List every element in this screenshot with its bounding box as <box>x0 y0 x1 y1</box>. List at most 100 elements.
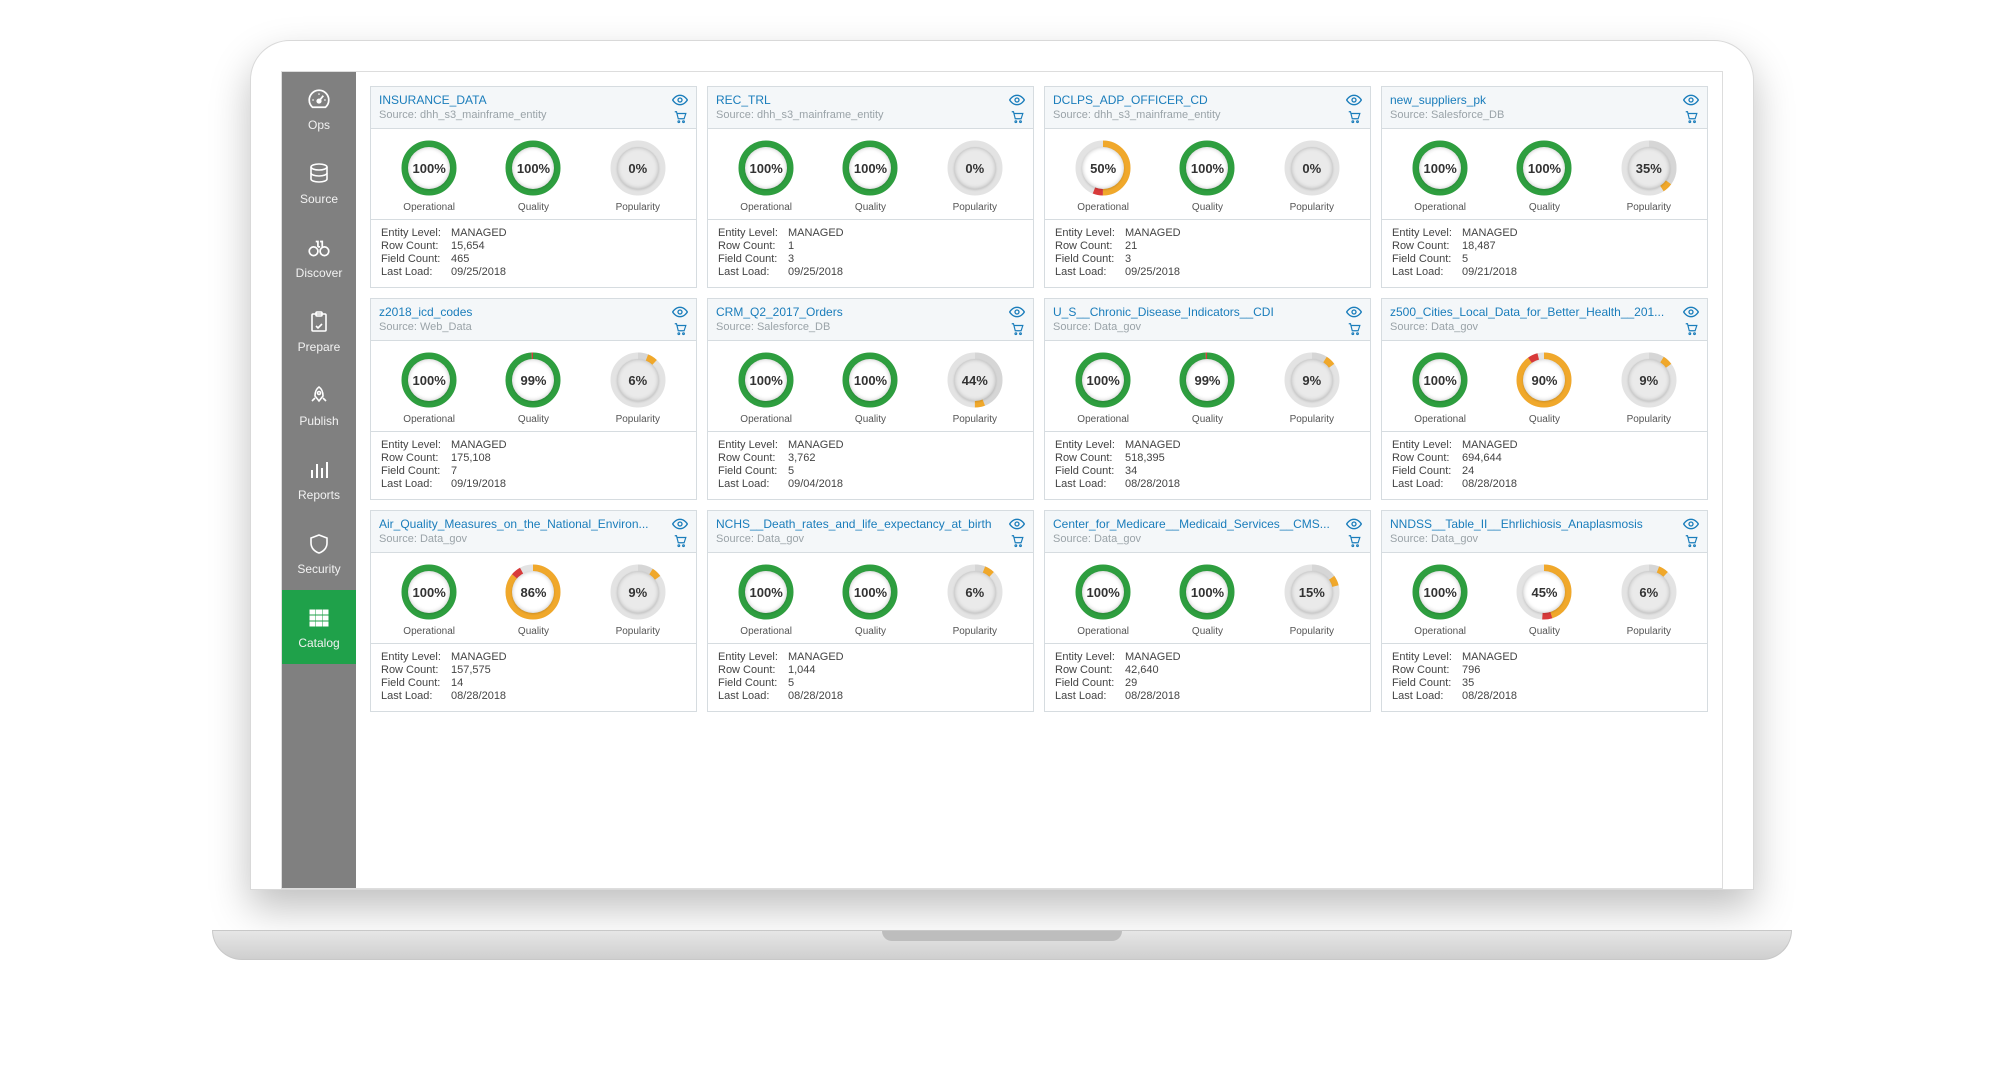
card-title-link[interactable]: z2018_icd_codes <box>379 305 666 319</box>
sidebar-item-source[interactable]: Source <box>282 146 356 220</box>
eye-icon[interactable] <box>1346 517 1362 531</box>
gauge-label: Popularity <box>1260 202 1363 213</box>
card-source: Source: dhh_s3_mainframe_entity <box>379 109 666 121</box>
card-title-link[interactable]: z500_Cities_Local_Data_for_Better_Health… <box>1390 305 1677 319</box>
gauge-label: Quality <box>1493 202 1596 213</box>
card-header: Air_Quality_Measures_on_the_National_Env… <box>371 511 696 553</box>
eye-icon[interactable] <box>1683 93 1699 107</box>
card-title-link[interactable]: DCLPS_ADP_OFFICER_CD <box>1053 93 1340 107</box>
stat-key: Last Load: <box>1055 690 1125 702</box>
gauge-label: Quality <box>1156 414 1259 425</box>
sidebar-item-discover[interactable]: Discover <box>282 220 356 294</box>
card-stats: Entity Level:MANAGED Row Count:1,044 Fie… <box>708 643 1033 711</box>
stat-value: MANAGED <box>1462 651 1518 663</box>
eye-icon[interactable] <box>672 93 688 107</box>
stat-key: Entity Level: <box>1392 651 1462 663</box>
gauge-quality: 100% Quality <box>819 563 922 637</box>
cart-icon[interactable] <box>1009 534 1025 548</box>
stat-value: 09/25/2018 <box>451 266 506 278</box>
card-title-link[interactable]: REC_TRL <box>716 93 1003 107</box>
sidebar-item-catalog[interactable]: Catalog <box>282 590 356 664</box>
gauge-popularity: 0% Popularity <box>923 139 1026 213</box>
gauge-quality: 100% Quality <box>1156 563 1259 637</box>
gauge-label: Quality <box>482 202 585 213</box>
sidebar-item-publish[interactable]: Publish <box>282 368 356 442</box>
stat-value: 42,640 <box>1125 664 1159 676</box>
stat-value: 3,762 <box>788 452 816 464</box>
stat-value: MANAGED <box>1125 439 1181 451</box>
cart-icon[interactable] <box>1009 322 1025 336</box>
eye-icon[interactable] <box>1683 305 1699 319</box>
cart-icon[interactable] <box>1346 322 1362 336</box>
eye-icon[interactable] <box>1346 305 1362 319</box>
gauge-label: Popularity <box>1260 626 1363 637</box>
cart-icon[interactable] <box>1683 110 1699 124</box>
gauge-label: Operational <box>1389 626 1492 637</box>
stat-key: Field Count: <box>718 677 788 689</box>
stat-key: Row Count: <box>718 452 788 464</box>
gauge-operational: 100% Operational <box>715 563 818 637</box>
sidebar-item-ops[interactable]: Ops <box>282 72 356 146</box>
gauge-popularity: 6% Popularity <box>1597 563 1700 637</box>
card-header: CRM_Q2_2017_Orders Source: Salesforce_DB <box>708 299 1033 341</box>
card-title-link[interactable]: INSURANCE_DATA <box>379 93 666 107</box>
card-title-link[interactable]: U_S__Chronic_Disease_Indicators__CDI <box>1053 305 1340 319</box>
gauge-quality: 90% Quality <box>1493 351 1596 425</box>
gauge-label: Quality <box>1493 414 1596 425</box>
eye-icon[interactable] <box>1009 93 1025 107</box>
catalog-card: Air_Quality_Measures_on_the_National_Env… <box>370 510 697 712</box>
eye-icon[interactable] <box>672 305 688 319</box>
card-title-link[interactable]: NNDSS__Table_II__Ehrlichiosis_Anaplasmos… <box>1390 517 1677 531</box>
stat-value: 518,395 <box>1125 452 1165 464</box>
stat-key: Row Count: <box>718 240 788 252</box>
card-header: z500_Cities_Local_Data_for_Better_Health… <box>1382 299 1707 341</box>
card-stats: Entity Level:MANAGED Row Count:42,640 Fi… <box>1045 643 1370 711</box>
gauge-label: Popularity <box>923 626 1026 637</box>
cart-icon[interactable] <box>1009 110 1025 124</box>
card-header: z2018_icd_codes Source: Web_Data <box>371 299 696 341</box>
clipboard-icon <box>305 308 333 336</box>
cart-icon[interactable] <box>1346 110 1362 124</box>
card-title-link[interactable]: NCHS__Death_rates_and_life_expectancy_at… <box>716 517 1003 531</box>
gauge-value: 100% <box>1082 571 1124 613</box>
card-stats: Entity Level:MANAGED Row Count:1 Field C… <box>708 219 1033 287</box>
gauge-value: 6% <box>954 571 996 613</box>
cart-icon[interactable] <box>1346 534 1362 548</box>
stat-key: Entity Level: <box>718 439 788 451</box>
sidebar-item-reports[interactable]: Reports <box>282 442 356 516</box>
eye-icon[interactable] <box>1683 517 1699 531</box>
gauge-label: Operational <box>1052 626 1155 637</box>
stat-key: Field Count: <box>1392 253 1462 265</box>
sidebar-item-prepare[interactable]: Prepare <box>282 294 356 368</box>
eye-icon[interactable] <box>1009 517 1025 531</box>
stat-value: 14 <box>451 677 463 689</box>
stat-key: Last Load: <box>381 478 451 490</box>
gauge-label: Quality <box>482 626 585 637</box>
cart-icon[interactable] <box>672 534 688 548</box>
card-title-link[interactable]: CRM_Q2_2017_Orders <box>716 305 1003 319</box>
sidebar-item-label: Security <box>297 562 340 576</box>
card-title-link[interactable]: new_suppliers_pk <box>1390 93 1677 107</box>
card-title-link[interactable]: Air_Quality_Measures_on_the_National_Env… <box>379 517 666 531</box>
gauge-value: 0% <box>617 147 659 189</box>
card-source: Source: Web_Data <box>379 321 666 333</box>
stat-value: MANAGED <box>788 651 844 663</box>
eye-icon[interactable] <box>1009 305 1025 319</box>
stat-value: 29 <box>1125 677 1137 689</box>
eye-icon[interactable] <box>1346 93 1362 107</box>
gauge-label: Popularity <box>586 414 689 425</box>
cart-icon[interactable] <box>672 110 688 124</box>
stat-key: Last Load: <box>1055 266 1125 278</box>
cart-icon[interactable] <box>1683 534 1699 548</box>
cart-icon[interactable] <box>1683 322 1699 336</box>
sidebar-item-security[interactable]: Security <box>282 516 356 590</box>
card-source: Source: Salesforce_DB <box>1390 109 1677 121</box>
stat-key: Row Count: <box>1392 452 1462 464</box>
stat-key: Row Count: <box>1392 664 1462 676</box>
card-title-link[interactable]: Center_for_Medicare__Medicaid_Services__… <box>1053 517 1340 531</box>
sidebar-item-label: Publish <box>299 414 338 428</box>
eye-icon[interactable] <box>672 517 688 531</box>
stat-value: 5 <box>788 677 794 689</box>
card-stats: Entity Level:MANAGED Row Count:3,762 Fie… <box>708 431 1033 499</box>
cart-icon[interactable] <box>672 322 688 336</box>
